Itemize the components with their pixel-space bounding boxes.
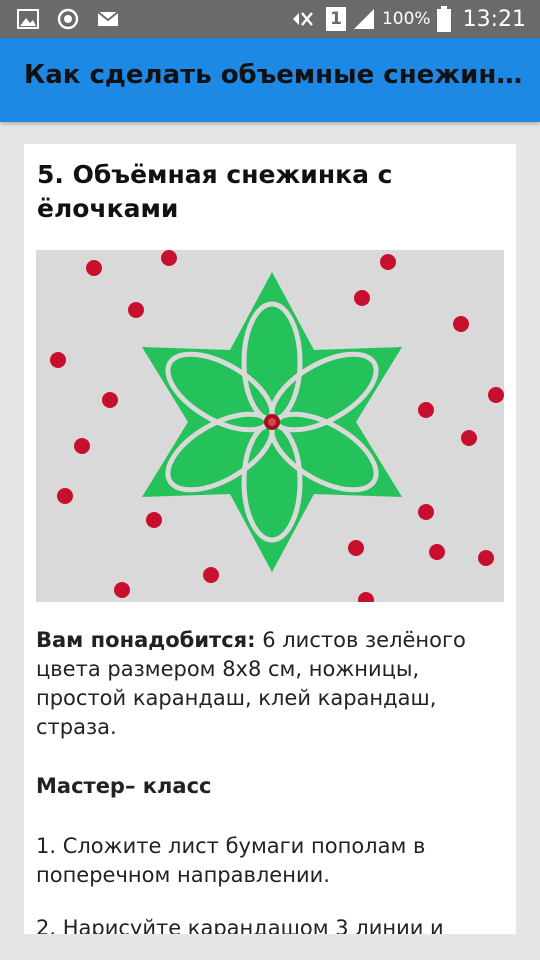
- berry-17: [429, 544, 445, 560]
- berry-10: [146, 512, 162, 528]
- needs-paragraph: Вам понадобится: 6 листов зелёного цвета…: [36, 626, 504, 742]
- berry-1: [161, 250, 177, 266]
- master-class-heading: Мастер– класс: [36, 774, 212, 798]
- step-1: 1. Сложите лист бумаги пополам в попереч…: [36, 834, 426, 887]
- needs-label: Вам понадобится:: [36, 628, 256, 652]
- berry-19: [348, 540, 364, 556]
- berry-16: [418, 504, 434, 520]
- snowflake-photo: [36, 250, 504, 602]
- berry-14: [461, 430, 477, 446]
- berry-4: [453, 316, 469, 332]
- berry-12: [114, 582, 130, 598]
- status-bar: 1 100% 13:21: [0, 0, 540, 38]
- berry-2: [380, 254, 396, 270]
- clock: 13:21: [462, 6, 526, 32]
- berry-8: [74, 438, 90, 454]
- app-bar: Как сделать объемные снежин…: [0, 38, 540, 122]
- app-title: Как сделать объемные снежин…: [24, 60, 523, 90]
- signal-icon: [353, 9, 374, 29]
- berry-9: [57, 488, 73, 504]
- berry-0: [86, 260, 102, 276]
- mail-icon: [97, 11, 119, 26]
- article-card: 5. Объёмная снежинка с ёлочками Вам пона…: [24, 144, 516, 934]
- berry-6: [50, 352, 66, 368]
- berry-3: [354, 290, 370, 306]
- image-icon: [17, 9, 39, 29]
- step-2: 2. Нарисуйте карандашом 3 линии и: [36, 916, 444, 934]
- berry-7: [102, 392, 118, 408]
- battery-icon: [436, 6, 451, 32]
- article-heading: 5. Объёмная снежинка с ёлочками: [37, 160, 393, 223]
- berry-13: [418, 402, 434, 418]
- mute-icon: [292, 12, 313, 26]
- sync-icon: [57, 8, 79, 30]
- berry-11: [203, 567, 219, 583]
- berry-18: [478, 550, 494, 566]
- battery-percent: 100%: [381, 9, 431, 29]
- berry-5: [128, 302, 144, 318]
- sim-icon: 1: [325, 7, 346, 31]
- berry-15: [488, 387, 504, 403]
